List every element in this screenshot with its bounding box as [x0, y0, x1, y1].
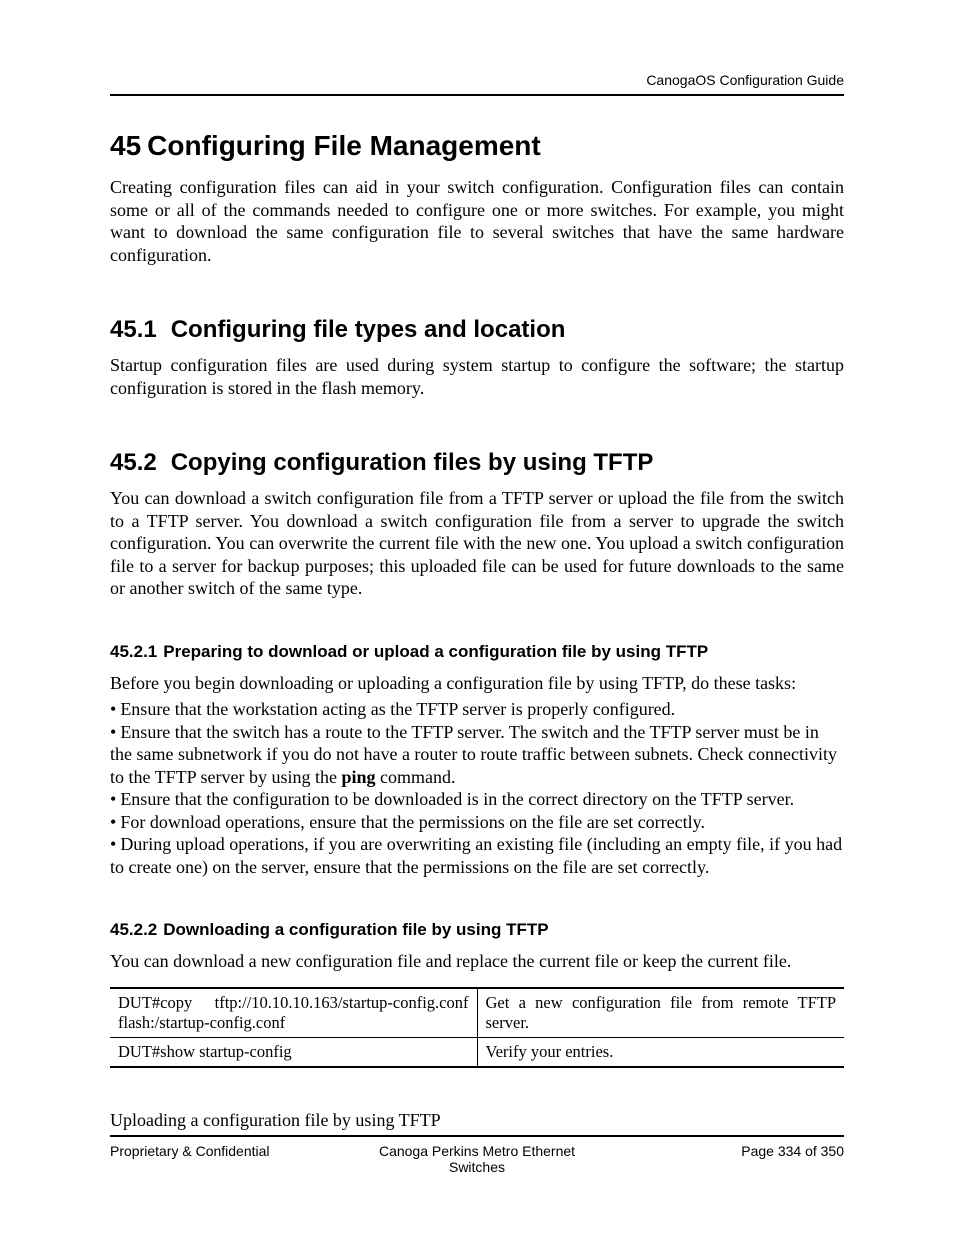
bullet-icon: •	[110, 789, 116, 809]
bullet-tail: command.	[376, 767, 456, 787]
cmd-part: DUT#copy	[118, 993, 192, 1013]
cmd-part: flash:/startup-config.conf	[118, 1013, 285, 1032]
running-head: CanogaOS Configuration Guide	[110, 72, 844, 88]
description-cell: Verify your entries.	[477, 1037, 844, 1067]
bullet-item: •Ensure that the configuration to be dow…	[110, 788, 844, 811]
bullet-item: •For download operations, ensure that th…	[110, 811, 844, 834]
section-45-1-heading: 45.1 Configuring file types and location	[110, 316, 844, 344]
section-title: Configuring file types and location	[171, 316, 566, 343]
footer-rule	[110, 1135, 844, 1137]
command-table: DUT#copy tftp://10.10.10.163/startup-con…	[110, 987, 844, 1068]
bullet-icon: •	[110, 722, 116, 742]
chapter-heading: 45Configuring File Management	[110, 130, 844, 162]
command-cell: DUT#copy tftp://10.10.10.163/startup-con…	[110, 988, 477, 1038]
header-rule	[110, 94, 844, 96]
section-45-2-1-lead: Before you begin downloading or uploadin…	[110, 672, 844, 695]
chapter-intro: Creating configuration files can aid in …	[110, 176, 844, 266]
section-number: 45.2	[110, 449, 157, 476]
chapter-number: 45	[110, 130, 141, 161]
subsection-number: 45.2.2	[110, 920, 157, 939]
cmd-part: tftp://10.10.10.163/startup-config.conf	[215, 993, 469, 1013]
section-45-2-2-body: You can download a new configuration fil…	[110, 950, 844, 973]
page: CanogaOS Configuration Guide 45Configuri…	[0, 0, 954, 1235]
footer-right: Page 334 of 350	[599, 1143, 844, 1175]
footer-center: Canoga Perkins Metro Ethernet Switches	[355, 1143, 600, 1175]
bullet-text: Ensure that the workstation acting as th…	[120, 699, 675, 719]
section-45-2-2-heading: 45.2.2 Downloading a configuration file b…	[110, 920, 844, 940]
subsection-title: Preparing to download or upload a config…	[163, 642, 708, 661]
section-45-2-1-heading: 45.2.1 Preparing to download or upload a …	[110, 642, 844, 662]
section-title: Copying configuration files by using TFT…	[171, 449, 654, 476]
table-row: DUT#show startup-config Verify your entr…	[110, 1037, 844, 1067]
ping-command: ping	[341, 767, 375, 787]
section-number: 45.1	[110, 316, 157, 343]
bullet-item: •Ensure that the switch has a route to t…	[110, 721, 844, 789]
bullet-text: During upload operations, if you are ove…	[110, 834, 842, 877]
subsection-title: Downloading a configuration file by usin…	[163, 920, 548, 939]
page-footer: Proprietary & Confidential Canoga Perkin…	[110, 1135, 844, 1175]
footer-left: Proprietary & Confidential	[110, 1143, 355, 1175]
bullet-text: For download operations, ensure that the…	[120, 812, 705, 832]
bullet-text: Ensure that the switch has a route to th…	[110, 722, 837, 787]
bullet-icon: •	[110, 812, 116, 832]
bullet-text: Ensure that the configuration to be down…	[120, 789, 794, 809]
bullet-item: •During upload operations, if you are ov…	[110, 833, 844, 878]
bullet-icon: •	[110, 834, 116, 854]
section-45-1-body: Startup configuration files are used dur…	[110, 354, 844, 399]
command-cell: DUT#show startup-config	[110, 1037, 477, 1067]
bullet-icon: •	[110, 699, 116, 719]
chapter-title: Configuring File Management	[147, 130, 541, 161]
section-45-2-heading: 45.2 Copying configuration files by using…	[110, 449, 844, 477]
bullet-item: •Ensure that the workstation acting as t…	[110, 698, 844, 721]
description-cell: Get a new configuration file from remote…	[477, 988, 844, 1038]
upload-note: Uploading a configuration file by using …	[110, 1110, 844, 1131]
subsection-number: 45.2.1	[110, 642, 157, 661]
cmd-part: DUT#show startup-config	[118, 1042, 292, 1061]
section-45-2-body: You can download a switch configuration …	[110, 487, 844, 600]
table-row: DUT#copy tftp://10.10.10.163/startup-con…	[110, 988, 844, 1038]
